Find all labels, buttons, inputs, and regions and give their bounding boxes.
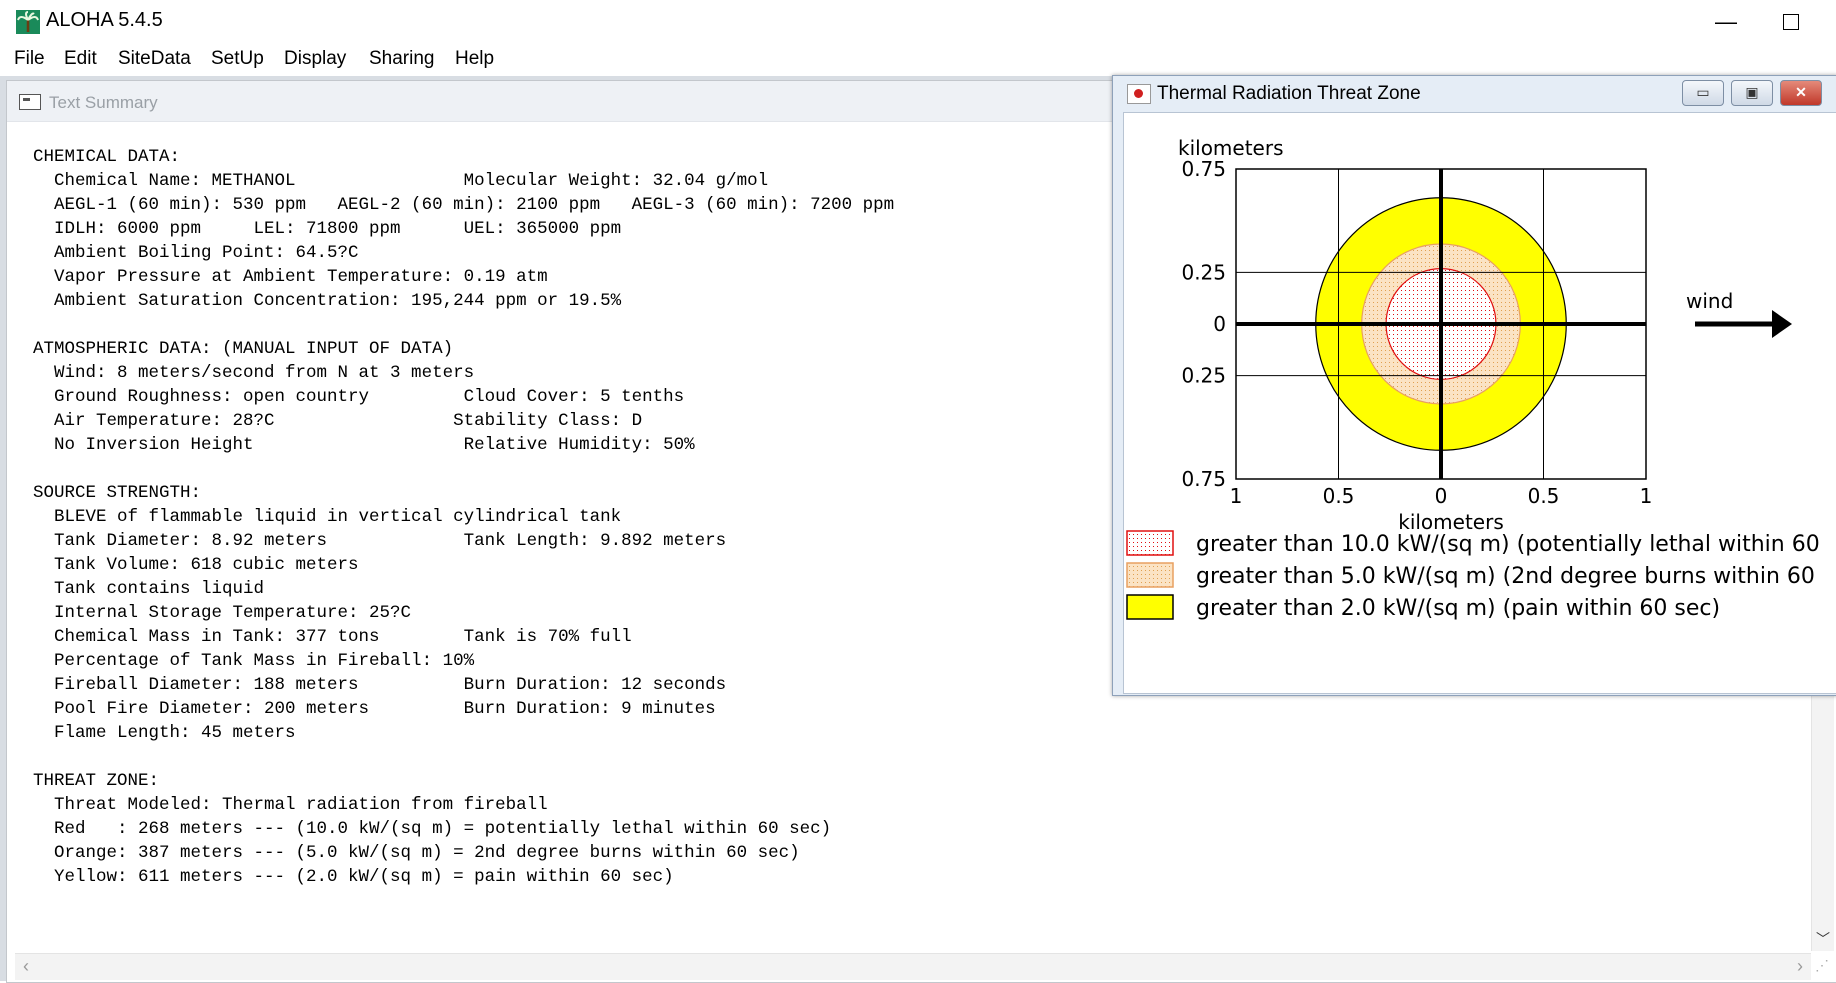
- menu-display[interactable]: Display: [284, 48, 346, 70]
- x-tick-label: 0: [1435, 484, 1448, 508]
- summary-line: Tank contains liquid: [33, 579, 265, 599]
- x-tick-label: 0.5: [1528, 484, 1560, 508]
- wind-label: wind: [1686, 289, 1733, 313]
- summary-line: Internal Storage Temperature: 25?C: [33, 603, 412, 623]
- threat-zone-window: Thermal Radiation Threat Zone ▭ ▣ ✕ 0.75…: [1112, 75, 1836, 696]
- horizontal-scrollbar[interactable]: ‹ ›: [15, 953, 1811, 980]
- summary-line: [33, 745, 1113, 769]
- summary-line: [33, 313, 1113, 337]
- legend-swatch: [1126, 530, 1174, 556]
- text-summary-title: Text Summary: [49, 93, 158, 112]
- legend-label: greater than 10.0 kW/(sq m) (potentially…: [1196, 532, 1820, 557]
- summary-line: Pool Fire Diameter: 200 meters Burn Dura…: [33, 699, 716, 719]
- summary-line: No Inversion Height Relative Humidity: 5…: [33, 435, 695, 455]
- summary-line: Yellow: 611 meters --- (2.0 kW/(sq m) = …: [33, 867, 674, 887]
- threat-zone-restore-button[interactable]: ▣: [1731, 80, 1773, 106]
- window-maximize-button[interactable]: [1774, 8, 1806, 36]
- summary-line: [33, 457, 1113, 481]
- y-tick-label: 0.75: [1181, 157, 1226, 181]
- summary-line: THREAT ZONE:: [33, 771, 160, 791]
- summary-line: IDLH: 6000 ppm LEL: 71800 ppm UEL: 36500…: [33, 219, 622, 239]
- scroll-down-arrow-icon[interactable]: ﹀: [1812, 927, 1834, 951]
- y-tick-label: 0.75: [1181, 467, 1226, 491]
- window-minimize-button[interactable]: —: [1710, 8, 1742, 36]
- summary-line: Air Temperature: 28?C Stability Class: D: [33, 411, 643, 431]
- summary-line: Chemical Name: METHANOL Molecular Weight…: [33, 171, 769, 191]
- legend-swatch: [1126, 562, 1174, 588]
- app-title: ALOHA 5.4.5: [46, 9, 163, 31]
- summary-line: Chemical Mass in Tank: 377 tons Tank is …: [33, 627, 632, 647]
- threat-zone-titlebar[interactable]: Thermal Radiation Threat Zone ▭ ▣ ✕: [1113, 76, 1836, 110]
- summary-line: Flame Length: 45 meters: [33, 723, 296, 743]
- threat-zone-window-icon: [1127, 84, 1151, 104]
- menu-bar: File Edit SiteData SetUp Display Sharing…: [0, 42, 1836, 76]
- threat-zone-chart: 0.750.2500.250.751 0.5 0 0.5 1kilometerskilo…: [1126, 136, 1820, 621]
- threat-zone-plot-area: 0.75 0.25 0 0.25 0.75 1 0.5 0 0.5 1 kilometers kilo…: [1123, 112, 1836, 694]
- legend-label: greater than 2.0 kW/(sq m) (pain within …: [1196, 596, 1720, 621]
- vertical-scrollbar[interactable]: ﹀: [1811, 693, 1834, 951]
- summary-line: Threat Modeled: Thermal radiation from f…: [33, 795, 548, 815]
- summary-line: BLEVE of flammable liquid in vertical cy…: [33, 507, 622, 527]
- summary-line: Percentage of Tank Mass in Fireball: 10%: [33, 651, 475, 671]
- summary-line: Ground Roughness: open country Cloud Cov…: [33, 387, 685, 407]
- summary-line: CHEMICAL DATA:: [33, 147, 181, 167]
- x-axis-title: kilometers: [1398, 510, 1504, 534]
- menu-sharing[interactable]: Sharing: [369, 48, 435, 70]
- summary-line: Red : 268 meters --- (10.0 kW/(sq m) = p…: [33, 819, 832, 839]
- y-tick-label: 0: [1213, 312, 1226, 336]
- summary-line: Orange: 387 meters --- (5.0 kW/(sq m) = …: [33, 843, 800, 863]
- app-titlebar: ALOHA 5.4.5 —: [0, 0, 1836, 42]
- menu-sitedata[interactable]: SiteData: [118, 48, 191, 70]
- menu-file[interactable]: File: [14, 48, 45, 70]
- scroll-right-arrow-icon[interactable]: ›: [1797, 956, 1803, 977]
- scroll-left-arrow-icon[interactable]: ‹: [23, 956, 29, 977]
- threat-zone-minimize-button[interactable]: ▭: [1682, 80, 1724, 106]
- text-summary-body: CHEMICAL DATA: Chemical Name: METHANOL M…: [33, 145, 1113, 889]
- legend-swatch: [1126, 594, 1174, 620]
- menu-help[interactable]: Help: [455, 48, 494, 70]
- x-tick-label: 0.5: [1323, 484, 1355, 508]
- menu-setup[interactable]: SetUp: [211, 48, 264, 70]
- y-tick-label: 0.25: [1181, 364, 1226, 388]
- wind-arrow-icon: [1772, 310, 1792, 338]
- text-summary-window-icon: [19, 94, 41, 110]
- summary-line: Vapor Pressure at Ambient Temperature: 0…: [33, 267, 548, 287]
- threat-zone-close-button[interactable]: ✕: [1780, 80, 1822, 106]
- summary-line: Fireball Diameter: 188 meters Burn Durat…: [33, 675, 727, 695]
- summary-line: Tank Diameter: 8.92 meters Tank Length: …: [33, 531, 727, 551]
- resize-grip-icon[interactable]: ⋰: [1815, 957, 1835, 977]
- legend-label: greater than 5.0 kW/(sq m) (2nd degree b…: [1196, 564, 1815, 589]
- summary-line: Wind: 8 meters/second from N at 3 meters: [33, 363, 475, 383]
- summary-line: AEGL-1 (60 min): 530 ppm AEGL-2 (60 min)…: [33, 195, 895, 215]
- x-tick-label: 1: [1640, 484, 1653, 508]
- summary-line: Tank Volume: 618 cubic meters: [33, 555, 359, 575]
- summary-line: SOURCE STRENGTH:: [33, 483, 202, 503]
- threat-zone-title: Thermal Radiation Threat Zone: [1157, 83, 1421, 104]
- summary-line: Ambient Saturation Concentration: 195,24…: [33, 291, 622, 311]
- y-axis-title: kilometers: [1178, 136, 1284, 160]
- x-tick-label: 1: [1230, 484, 1243, 508]
- summary-line: Ambient Boiling Point: 64.5?C: [33, 243, 359, 263]
- menu-edit[interactable]: Edit: [64, 48, 97, 70]
- y-tick-label: 0.25: [1181, 260, 1226, 284]
- summary-line: ATMOSPHERIC DATA: (MANUAL INPUT OF DATA): [33, 339, 454, 359]
- aloha-palm-icon: [16, 10, 40, 34]
